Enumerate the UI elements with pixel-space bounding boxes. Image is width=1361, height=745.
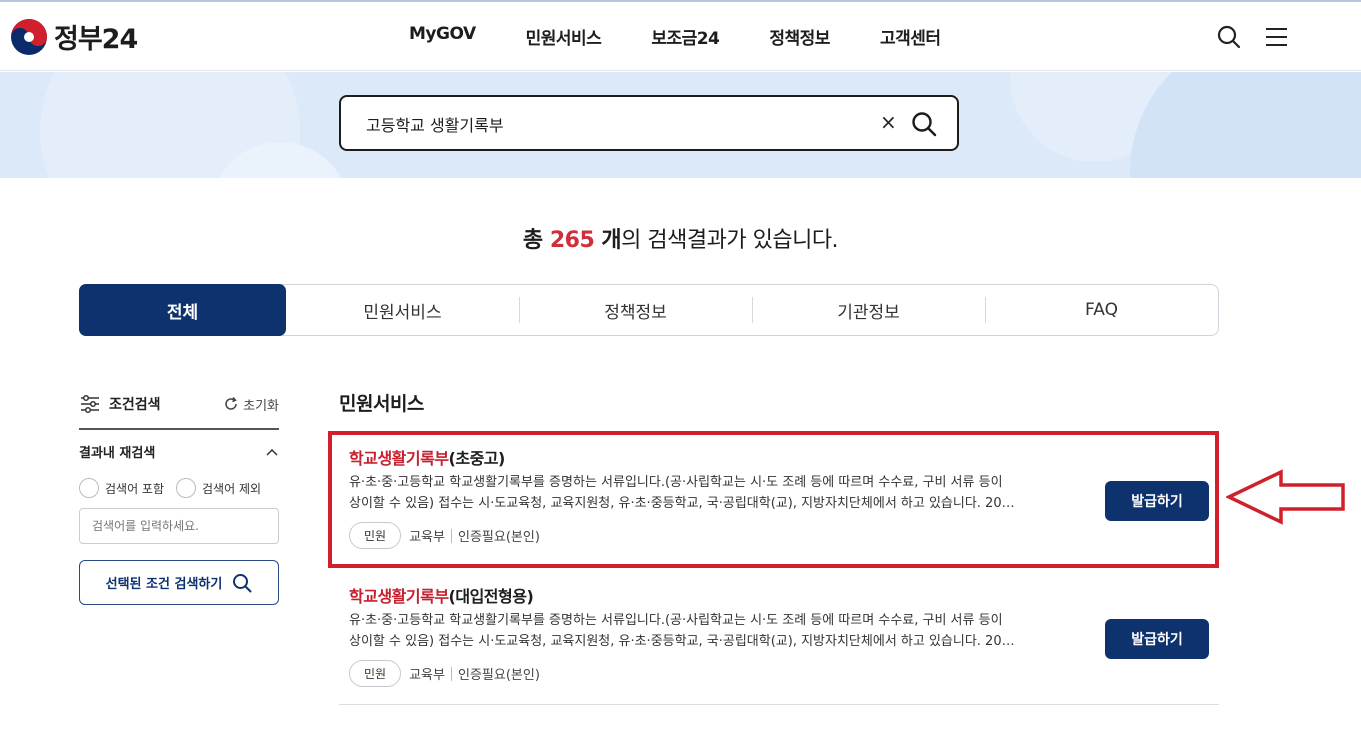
result-description: 유·초·중·고등학교 학교생활기록부를 증명하는 서류입니다.(공·사립학교는 …	[349, 613, 1015, 649]
logo-text: 정부24	[54, 24, 138, 55]
annotation-highlight-box	[328, 431, 1219, 568]
main-nav: MyGOV 민원서비스 보조금24 정책정보 고객센터	[409, 24, 991, 49]
list-bottom-divider	[339, 704, 1219, 705]
tab-civil-service[interactable]: 민원서비스	[286, 285, 519, 335]
site-header: 정부24 MyGOV 민원서비스 보조금24 정책정보 고객센터	[0, 2, 1361, 71]
search-box: ×	[339, 95, 959, 151]
result-title[interactable]: 학교생활기록부(대입전형용)	[349, 583, 534, 607]
taeguk-logo-icon	[11, 18, 47, 55]
search-mode-radios: 검색어 포함 검색어 제외	[79, 478, 261, 498]
clear-search-icon[interactable]: ×	[880, 110, 897, 134]
chevron-up-icon[interactable]	[265, 447, 279, 457]
tab-all[interactable]: 전체	[79, 284, 286, 336]
sidebar-divider	[79, 428, 279, 430]
tab-policy-info[interactable]: 정책정보	[519, 285, 752, 335]
search-with-conditions-button[interactable]: 선택된 조건 검색하기	[79, 560, 279, 605]
reset-filter-button[interactable]: 초기화	[223, 395, 279, 414]
radio-include-keyword[interactable]: 검색어 포함	[79, 478, 164, 498]
annotation-arrow-icon	[1226, 469, 1345, 525]
filter-title: 조건검색	[79, 394, 161, 414]
section-title: 민원서비스	[339, 393, 424, 415]
result-count-number: 265	[549, 228, 595, 253]
result-count-summary: 총 265 개의 검색결과가 있습니다.	[522, 228, 839, 253]
filter-sidebar: 조건검색 초기화 결과내 재검색 검색어 포함 검색어 제외 선택된 조건 검색…	[79, 390, 279, 605]
nav-mygov[interactable]: MyGOV	[409, 24, 476, 49]
nav-customer-center[interactable]: 고객센터	[880, 24, 941, 49]
auth-label: 인증필요(본인)	[457, 668, 540, 683]
nav-policy-info[interactable]: 정책정보	[769, 24, 830, 49]
tab-agency-info[interactable]: 기관정보	[752, 285, 985, 335]
search-input[interactable]	[364, 109, 864, 139]
nav-civil-service[interactable]: 민원서비스	[526, 24, 602, 49]
radio-exclude-keyword[interactable]: 검색어 제외	[176, 478, 261, 498]
keyword-input[interactable]	[79, 508, 279, 544]
nav-subsidy24[interactable]: 보조금24	[651, 24, 720, 49]
search-icon	[233, 573, 252, 592]
result-meta: 민원 교육부 인증필요(본인)	[349, 660, 540, 687]
refresh-icon	[225, 396, 237, 410]
header-search-icon[interactable]	[1217, 25, 1241, 49]
issue-button[interactable]: 발급하기	[1105, 619, 1209, 659]
search-submit-icon[interactable]	[911, 111, 937, 137]
tab-faq[interactable]: FAQ	[985, 285, 1218, 335]
category-badge: 민원	[349, 660, 402, 687]
agency-label: 교육부	[409, 668, 445, 683]
refine-search-header[interactable]: 결과내 재검색	[79, 442, 279, 461]
result-tabs: 전체 민원서비스 정책정보 기관정보 FAQ	[79, 284, 1219, 336]
filter-sliders-icon	[81, 394, 99, 414]
gov24-logo[interactable]: 정부24	[10, 17, 138, 56]
result-item: 학교생활기록부(대입전형용) 유·초·중·고등학교 학교생활기록부를 증명하는 …	[339, 583, 1219, 693]
hamburger-menu-icon[interactable]	[1266, 28, 1287, 46]
